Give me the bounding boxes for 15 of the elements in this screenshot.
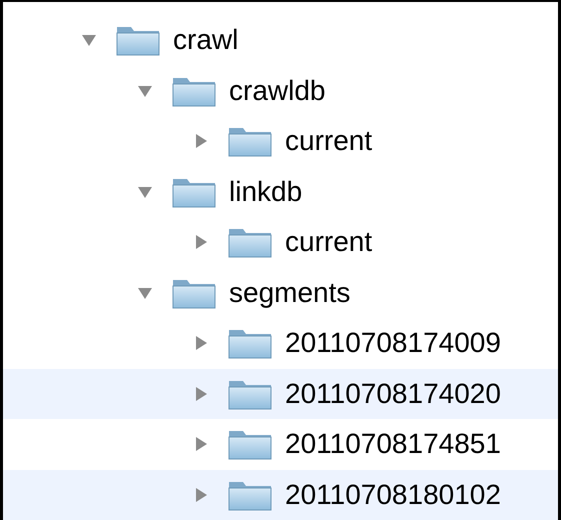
folder-name[interactable]: 20110708174851 [285,423,501,466]
collapsed-triangle-icon[interactable] [193,133,209,150]
collapsed-triangle-icon[interactable] [193,436,209,452]
expanded-triangle-icon[interactable] [81,32,97,48]
collapsed-triangle-icon[interactable] [193,386,209,402]
collapsed-triangle-icon[interactable] [193,486,209,503]
folder-name[interactable]: crawldb [229,70,326,112]
folder-name[interactable]: 20110708174009 [285,322,501,364]
folder-name[interactable]: crawl [173,19,238,62]
folder-name[interactable]: segments [229,272,350,314]
folder-name[interactable]: linkdb [229,170,302,213]
folder-name[interactable]: current [285,221,372,264]
folder-name[interactable]: current [285,120,372,162]
collapsed-triangle-icon[interactable] [193,234,209,250]
collapsed-triangle-icon[interactable] [193,335,209,352]
